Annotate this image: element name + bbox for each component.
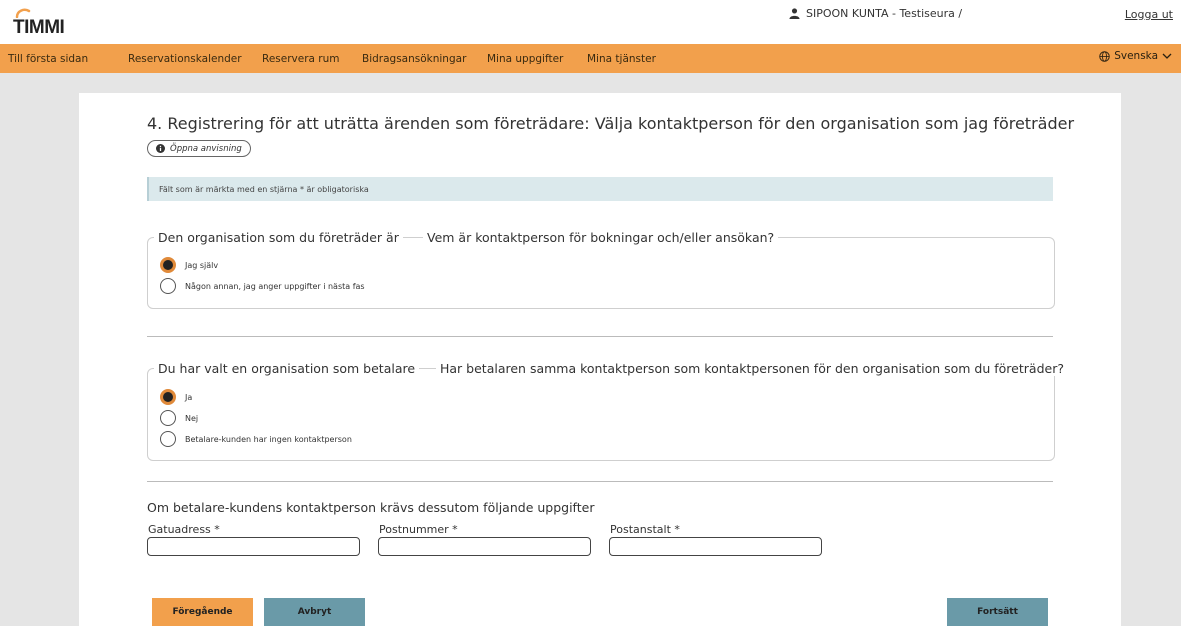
radio-label: Någon annan, jag anger uppgifter i nästa… xyxy=(185,281,365,291)
nav-item-reserve-room[interactable]: Reservera rum xyxy=(262,53,340,65)
nav-item-home[interactable]: Till första sidan xyxy=(8,53,88,65)
organization-legend: Den organisation som du företräder är xyxy=(154,230,403,245)
divider xyxy=(147,481,1053,482)
user-info[interactable]: SIPOON KUNTA - Testiseura / xyxy=(789,7,962,20)
previous-button[interactable]: Föregående xyxy=(152,598,253,626)
logo-text: TIMMI xyxy=(13,17,65,38)
radio-button[interactable] xyxy=(160,410,176,426)
user-icon xyxy=(789,8,800,19)
logout-link[interactable]: Logga ut xyxy=(1125,8,1173,21)
top-bar: TIMMI SIPOON KUNTA - Testiseura / Logga … xyxy=(0,0,1181,44)
radio-label: Nej xyxy=(185,413,199,423)
nav-item-my-services[interactable]: Mina tjänster xyxy=(587,53,656,65)
required-fields-note: Fält som är märkta med en stjärna * är o… xyxy=(147,177,1053,201)
payer-contact-fieldset xyxy=(147,368,1055,461)
continue-button[interactable]: Fortsätt xyxy=(947,598,1048,626)
contact-person-question: Vem är kontaktperson för bokningar och/e… xyxy=(423,230,779,245)
timmi-logo[interactable]: TIMMI xyxy=(13,8,73,38)
info-icon xyxy=(156,144,165,153)
user-name: SIPOON KUNTA - Testiseura / xyxy=(806,7,963,20)
radio-label: Jag själv xyxy=(185,260,219,270)
payer-contact-question: Har betalaren samma kontaktperson som ko… xyxy=(436,361,1068,376)
radio-label: Ja xyxy=(185,392,193,402)
language-label: Svenska xyxy=(1114,50,1158,62)
nav-item-reservation-calendar[interactable]: Reservationskalender xyxy=(128,53,242,65)
chevron-down-icon xyxy=(1162,53,1172,59)
open-instructions-button[interactable]: Öppna anvisning xyxy=(147,140,251,157)
divider xyxy=(147,336,1053,337)
radio-option-yes[interactable]: Ja xyxy=(160,389,192,405)
radio-button[interactable] xyxy=(160,431,176,447)
nav-item-my-details[interactable]: Mina uppgifter xyxy=(487,53,563,65)
required-fields-text: Fält som är märkta med en stjärna * är o… xyxy=(159,185,369,194)
postal-code-label: Postnummer * xyxy=(379,523,458,536)
radio-button[interactable] xyxy=(160,389,176,405)
radio-option-no-contact[interactable]: Betalare-kunden har ingen kontaktperson xyxy=(160,431,352,447)
radio-button[interactable] xyxy=(160,278,176,294)
language-selector[interactable]: Svenska xyxy=(1099,50,1172,62)
radio-option-myself[interactable]: Jag själv xyxy=(160,257,218,273)
post-office-input[interactable] xyxy=(609,537,822,556)
street-address-input[interactable] xyxy=(147,537,360,556)
postal-code-input[interactable] xyxy=(378,537,591,556)
nav-item-grant-applications[interactable]: Bidragsansökningar xyxy=(362,53,466,65)
open-instructions-label: Öppna anvisning xyxy=(170,143,242,154)
globe-icon xyxy=(1099,50,1110,62)
main-nav: Till första sidan Reservationskalender R… xyxy=(0,44,1181,73)
street-address-label: Gatuadress * xyxy=(148,523,220,536)
post-office-label: Postanstalt * xyxy=(610,523,680,536)
radio-button[interactable] xyxy=(160,257,176,273)
radio-option-no[interactable]: Nej xyxy=(160,410,198,426)
organization-contact-fieldset xyxy=(147,237,1055,309)
payer-legend: Du har valt en organisation som betalare xyxy=(154,361,420,376)
cancel-button[interactable]: Avbryt xyxy=(264,598,365,626)
radio-option-someone-else[interactable]: Någon annan, jag anger uppgifter i nästa… xyxy=(160,278,365,294)
radio-label: Betalare-kunden har ingen kontaktperson xyxy=(185,434,352,444)
page-title: 4. Registrering för att uträtta ärenden … xyxy=(147,114,1075,133)
additional-info-title: Om betalare-kundens kontaktperson krävs … xyxy=(147,500,595,515)
